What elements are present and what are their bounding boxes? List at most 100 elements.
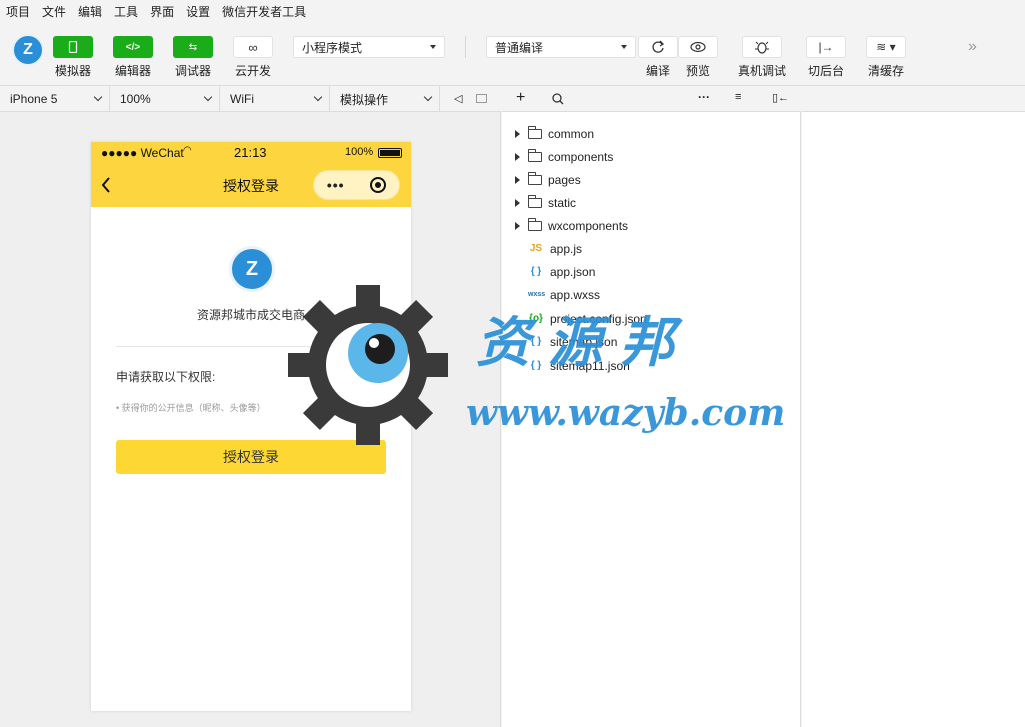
expand-arrow-icon[interactable] (515, 129, 520, 138)
eye-icon (690, 41, 706, 53)
bug-icon (755, 41, 769, 54)
editor-panel (802, 86, 1025, 727)
debugger-toggle-button[interactable]: ⇆ (173, 36, 213, 58)
menu-item-view[interactable]: 界面 (150, 3, 174, 20)
zoom-select[interactable]: 100% (110, 86, 220, 112)
split-icon[interactable]: ▯← (772, 91, 789, 104)
watermark-text: 资源邦 (476, 310, 692, 374)
status-battery-text: 100% (345, 146, 374, 158)
menu-item-devtools[interactable]: 微信开发者工具 (222, 3, 306, 20)
tree-item-label: wxcomponents (548, 218, 629, 233)
editor-toggle-button[interactable]: </> (113, 36, 153, 58)
tree-item-folder[interactable]: components (502, 145, 801, 168)
toolbar: Z 模拟器 </> 编辑器 ⇆ 调试器 ∞ 云开发 小程序模式 普通编译 编译 … (0, 22, 1025, 86)
cloud-dev-label: 云开发 (234, 64, 271, 78)
chevron-down-icon (203, 92, 213, 102)
real-device-debug-label: 真机调试 (737, 64, 786, 78)
more-dots-icon[interactable]: ••• (327, 177, 345, 193)
mini-program-capsule: ••• (313, 170, 400, 200)
phone-status-bar: ●●●●● WeChat ◠ 21:13 100% (91, 142, 411, 164)
tree-item-folder[interactable]: wxcomponents (502, 214, 801, 237)
close-circle-icon[interactable] (370, 177, 387, 193)
battery-icon (378, 148, 402, 158)
permission-title: 申请获取以下权限: (116, 370, 216, 384)
editor-label: 编辑器 (114, 64, 151, 78)
refresh-icon (652, 40, 665, 53)
simulate-operation-value: 模拟操作 (340, 92, 389, 107)
tree-item-file[interactable]: JS app.js (502, 237, 801, 260)
simulator-toolbar: iPhone 5 100% WiFi 模拟操作 ◁ (0, 86, 501, 112)
app-logo: Z (229, 246, 275, 292)
permission-detail: • 获得你的公开信息（昵称、头像等） (116, 403, 266, 413)
compile-button[interactable] (638, 36, 678, 58)
tree-item-label: common (548, 126, 595, 141)
menu-item-tools[interactable]: 工具 (114, 3, 138, 20)
menu-item-settings[interactable]: 设置 (186, 3, 210, 20)
more-options-icon[interactable]: ··· (698, 90, 710, 104)
tree-item-label: app.json (550, 264, 596, 279)
cloud-dev-button[interactable]: ∞ (233, 36, 273, 58)
clear-cache-label: 清缓存 (867, 64, 904, 78)
tree-item-label: static (548, 195, 577, 210)
caret-down-icon (621, 45, 627, 49)
clear-cache-button[interactable]: ≋ ▾ (866, 36, 906, 58)
add-icon[interactable]: + (516, 89, 525, 107)
folder-icon (528, 171, 542, 185)
menu-item-file[interactable]: 文件 (42, 3, 66, 20)
swap-icon: ⇆ (188, 41, 198, 53)
expand-arrow-icon[interactable] (515, 221, 520, 230)
mode-select[interactable]: 小程序模式 (293, 36, 445, 58)
simulator-label: 模拟器 (54, 64, 91, 78)
menu-item-project[interactable]: 项目 (6, 3, 30, 20)
preview-label: 预览 (685, 64, 710, 78)
chevron-down-icon (423, 92, 433, 102)
network-select[interactable]: WiFi (220, 86, 330, 112)
tree-item-file[interactable]: { } app.json (502, 260, 801, 283)
tree-item-folder[interactable]: common (502, 122, 801, 145)
background-button[interactable]: |→ (806, 36, 846, 58)
expand-arrow-icon[interactable] (515, 198, 520, 207)
watermark-url: www.wazyb.com (466, 392, 786, 434)
tree-item-label: components (548, 149, 614, 164)
toolbar-divider (465, 36, 466, 58)
caret-down-icon (430, 45, 436, 49)
folder-icon (528, 125, 542, 139)
expand-arrow-icon[interactable] (515, 152, 520, 161)
preview-button[interactable] (678, 36, 718, 58)
json-file-icon: { } (530, 266, 542, 277)
more-chevron-icon[interactable]: » (968, 38, 977, 56)
authorize-login-button[interactable]: 授权登录 (116, 440, 386, 474)
popout-icon[interactable] (476, 94, 488, 103)
chevron-down-icon (313, 92, 323, 102)
debugger-label: 调试器 (174, 64, 211, 78)
tree-item-label: app.js (550, 241, 583, 256)
tree-item-label: pages (548, 172, 581, 187)
wifi-icon: ◠ (183, 145, 192, 156)
mute-icon[interactable]: ◁ (454, 92, 462, 105)
tree-item-folder[interactable]: pages (502, 168, 801, 191)
tree-item-folder[interactable]: static (502, 191, 801, 214)
real-device-debug-button[interactable] (742, 36, 782, 58)
device-select[interactable]: iPhone 5 (0, 86, 110, 112)
editor-tab-bar (802, 86, 1025, 112)
menu-item-edit[interactable]: 编辑 (78, 3, 102, 20)
expand-arrow-icon[interactable] (515, 175, 520, 184)
simulator-toggle-button[interactable] (53, 36, 93, 58)
code-icon: </> (125, 41, 141, 53)
folder-icon (528, 217, 542, 231)
simulate-operation-select[interactable]: 模拟操作 (330, 86, 440, 112)
link-icon: ∞ (248, 39, 258, 55)
watermark-gear-logo (288, 285, 448, 445)
phone-icon (68, 41, 78, 53)
collapse-icon[interactable]: ≡ (735, 91, 741, 103)
status-time: 21:13 (234, 145, 267, 160)
folder-icon (528, 148, 542, 162)
network-select-value: WiFi (230, 92, 254, 106)
background-label: 切后台 (807, 64, 844, 78)
file-tree-toolbar: + ··· ≡ ▯← (502, 86, 801, 112)
search-icon[interactable] (552, 93, 564, 105)
arrow-right-bar-icon: |→ (818, 40, 834, 54)
compile-mode-value: 普通编译 (495, 40, 544, 55)
user-avatar[interactable]: Z (12, 34, 44, 66)
compile-mode-select[interactable]: 普通编译 (486, 36, 636, 58)
